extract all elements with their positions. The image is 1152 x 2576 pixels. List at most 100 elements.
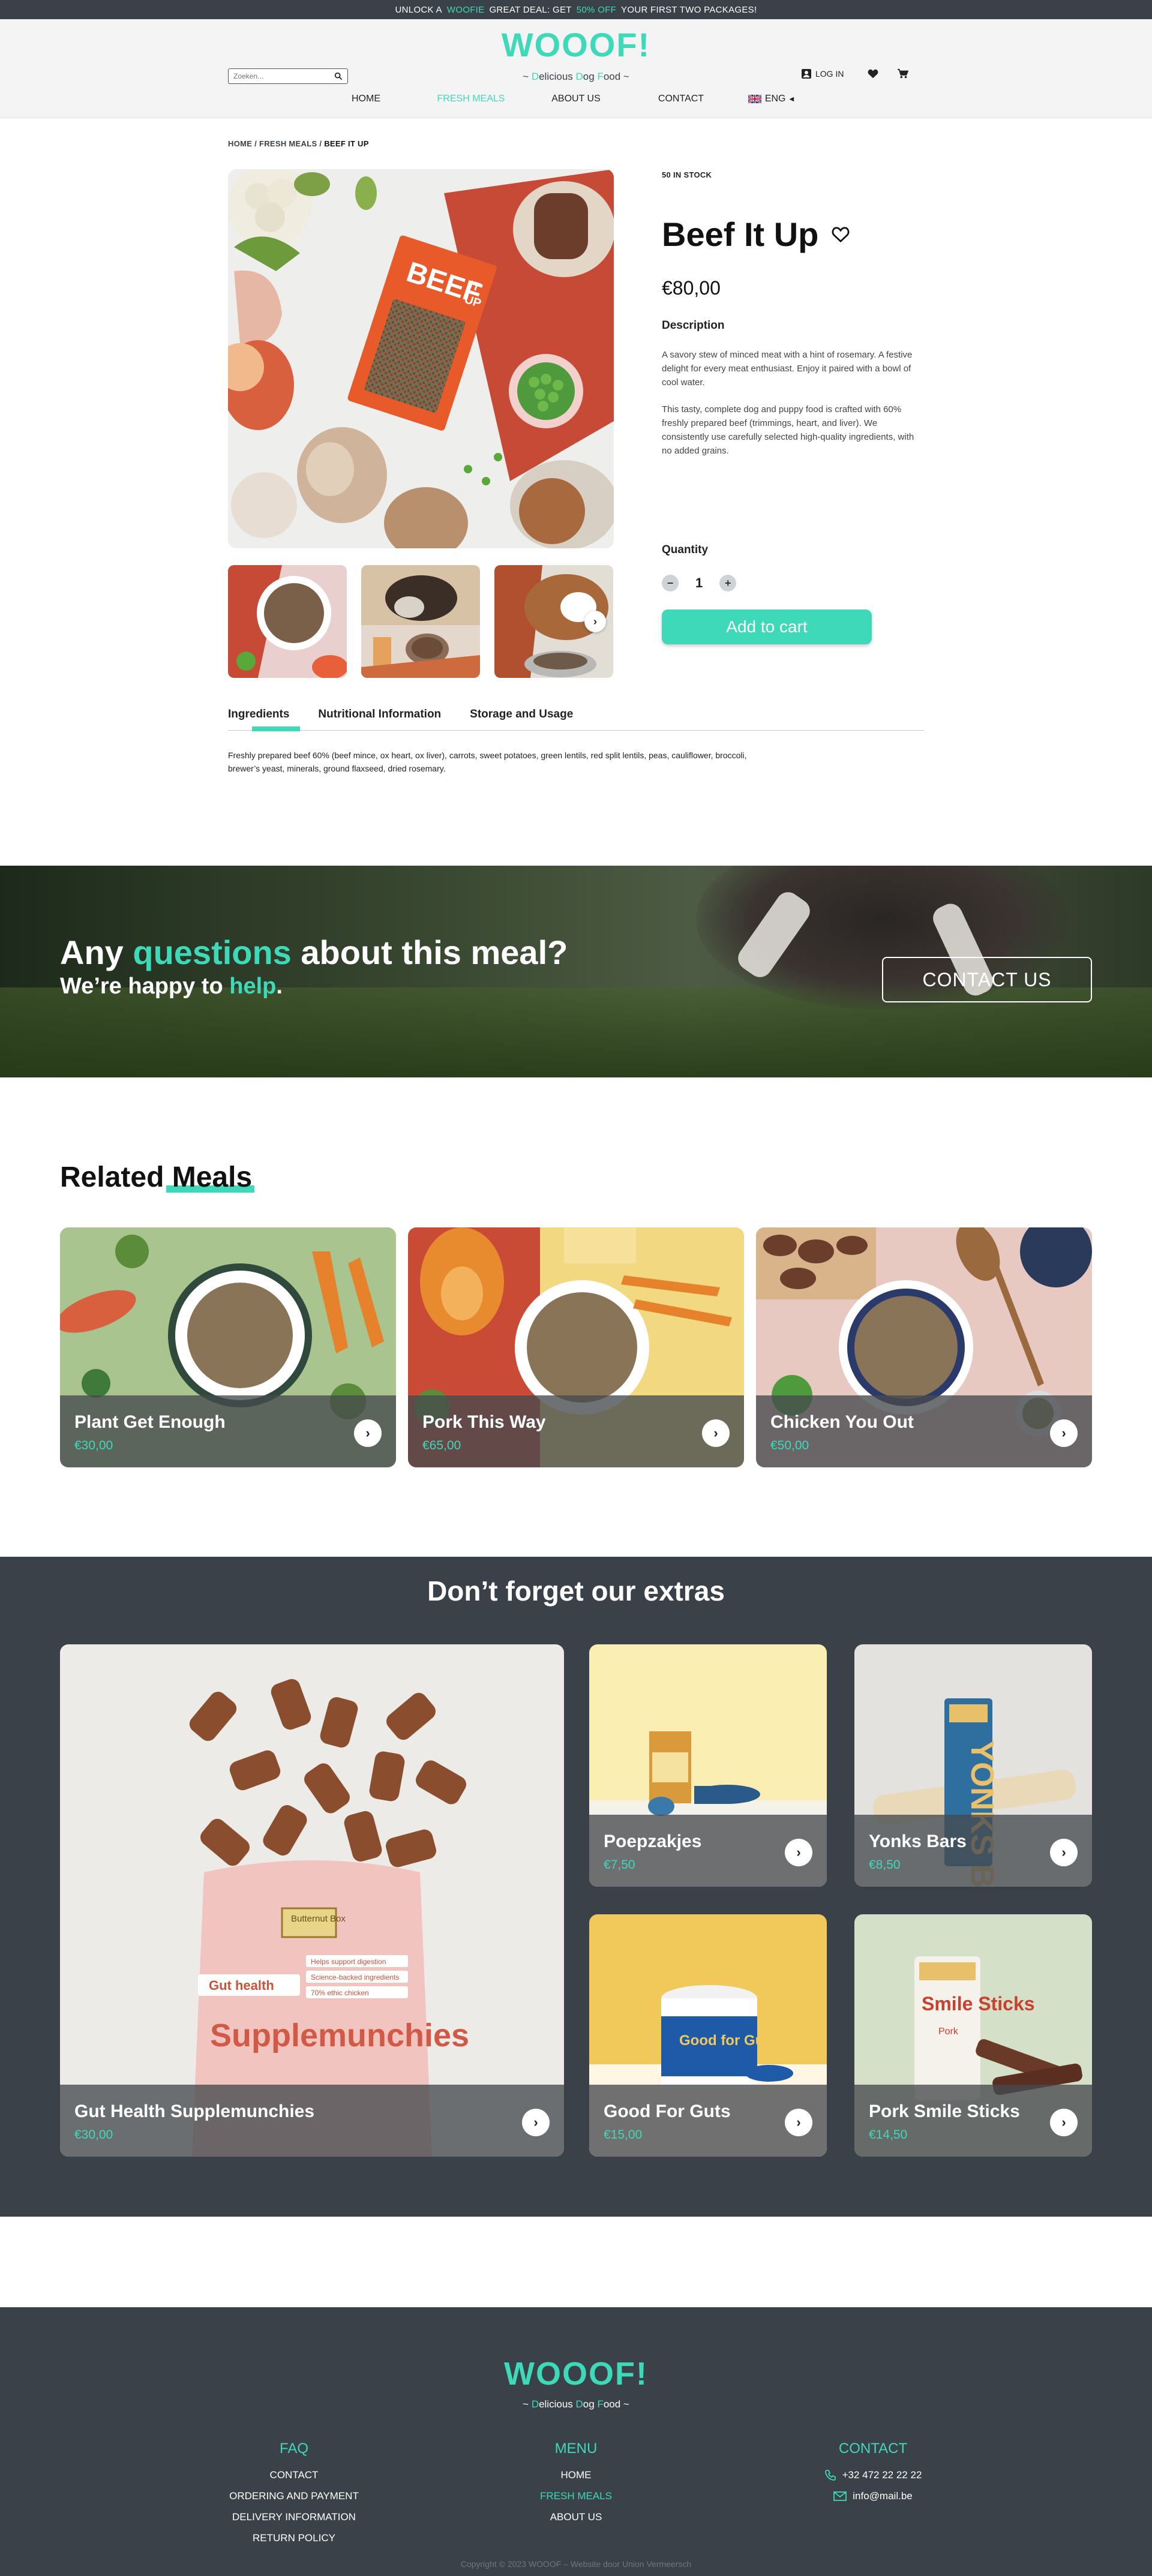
- extra-price: €30,00: [74, 2128, 113, 2142]
- tab-nutritional-information[interactable]: Nutritional Information: [318, 708, 441, 730]
- pack-title: Smile Sticks: [922, 1993, 1035, 2014]
- product-main-image[interactable]: BEEF IT UP: [228, 169, 614, 548]
- tab-content: Freshly prepared beef 60% (beef mince, o…: [228, 750, 747, 773]
- search-input[interactable]: [233, 72, 334, 80]
- breadcrumb: HOME / FRESH MEALS / BEEF IT UP: [228, 139, 369, 148]
- product-thumbnail-3[interactable]: ›: [494, 565, 613, 678]
- pack-bullet: Science-backed ingredients: [311, 1973, 399, 1981]
- related-meal-card[interactable]: Pork This Way €65,00 ›: [408, 1227, 744, 1467]
- nav-home[interactable]: HOME: [309, 94, 423, 104]
- announcement-brand: WOOFIE: [446, 4, 485, 15]
- questions-banner: Any questions about this meal? We’re hap…: [0, 866, 1152, 1077]
- contact-us-button[interactable]: CONTACT US: [882, 957, 1092, 1002]
- footer-link[interactable]: FRESH MEALS: [516, 2485, 636, 2506]
- login-label: LOG IN: [815, 69, 844, 79]
- account-icon: [802, 69, 811, 79]
- footer-menu-title: MENU: [554, 2440, 598, 2457]
- related-meal-card[interactable]: Chicken You Out €50,00 ›: [756, 1227, 1092, 1467]
- chevron-right-icon[interactable]: ›: [785, 2109, 812, 2136]
- extras-section: Don’t forget our extras Butternut Box Gu…: [0, 1557, 1152, 2217]
- announcement-pre: UNLOCK A: [395, 4, 442, 15]
- product-tabs: Ingredients Nutritional Information Stor…: [228, 708, 924, 731]
- meal-name: Pork This Way: [422, 1412, 546, 1432]
- add-to-cart-button[interactable]: Add to cart: [662, 610, 872, 644]
- pack-label: Gut health: [209, 1978, 274, 1993]
- nav-fresh-meals[interactable]: FRESH MEALS: [417, 94, 525, 104]
- chevron-right-icon[interactable]: ›: [1050, 2109, 1078, 2136]
- tab-ingredients[interactable]: Ingredients: [228, 708, 301, 731]
- uk-flag-icon: [748, 95, 761, 103]
- pack-bullet: 70% ethic chicken: [311, 1989, 369, 1997]
- chevron-right-icon[interactable]: ›: [1050, 1419, 1078, 1447]
- decrease-quantity-button[interactable]: −: [662, 575, 679, 592]
- nav-contact[interactable]: CONTACT: [627, 94, 735, 104]
- banner-heading: Any questions about this meal?: [60, 933, 568, 971]
- chevron-right-icon[interactable]: ›: [584, 611, 606, 632]
- mail-icon: [833, 2491, 847, 2501]
- footer-link[interactable]: HOME: [516, 2464, 636, 2485]
- extra-price: €8,50: [869, 1858, 901, 1872]
- extra-name: Pork Smile Sticks: [869, 2101, 1020, 2121]
- announcement-mid: GREAT DEAL: GET: [489, 4, 572, 15]
- chevron-right-icon[interactable]: ›: [354, 1419, 382, 1447]
- header-actions: LOG IN: [801, 68, 920, 79]
- phone-icon: [824, 2469, 836, 2481]
- heart-icon[interactable]: [868, 68, 878, 79]
- footer-phone[interactable]: +32 472 22 22 22: [804, 2464, 942, 2485]
- footer-logo[interactable]: WOOOF!: [0, 2355, 1152, 2392]
- search-icon[interactable]: [334, 72, 343, 80]
- banner-subheading: We’re happy to help.: [60, 974, 283, 999]
- extra-product-card[interactable]: Smile Sticks Pork Pork Smile Sticks €14,5…: [854, 1914, 1092, 2157]
- login-button[interactable]: LOG IN: [801, 68, 844, 79]
- nav-about-us[interactable]: ABOUT US: [525, 94, 627, 104]
- product-title: Beef It Up: [662, 215, 819, 253]
- footer-link[interactable]: RETURN POLICY: [228, 2527, 360, 2548]
- quantity-value[interactable]: 1: [695, 575, 703, 591]
- footer-link[interactable]: DELIVERY INFORMATION: [228, 2506, 360, 2527]
- related-meal-card[interactable]: Plant Get Enough €30,00 ›: [60, 1227, 396, 1467]
- quantity-heading: Quantity: [662, 544, 709, 556]
- cart-icon[interactable]: [898, 68, 909, 79]
- site-logo[interactable]: WOOOF!: [0, 25, 1152, 64]
- main-nav: HOME FRESH MEALS ABOUT US CONTACT ENG ◀: [0, 94, 1152, 104]
- footer-contact-column: CONTACT +32 472 22 22 22 info@mail.be: [804, 2440, 942, 2506]
- pack-bullet: Helps support digestion: [311, 1957, 386, 1966]
- extra-name: Yonks Bars: [869, 1832, 967, 1851]
- product-price: €80,00: [662, 277, 721, 299]
- extra-name: Gut Health Supplemunchies: [74, 2101, 315, 2121]
- extra-product-card[interactable]: Poepzakjes €7,50 ›: [589, 1644, 827, 1887]
- chevron-right-icon[interactable]: ›: [522, 2109, 550, 2136]
- breadcrumb-home[interactable]: HOME: [228, 139, 252, 148]
- wishlist-heart-icon[interactable]: [832, 226, 850, 244]
- extra-name: Good For Guts: [604, 2101, 731, 2121]
- chevron-right-icon[interactable]: ›: [785, 1839, 812, 1866]
- extra-price: €15,00: [604, 2128, 643, 2142]
- related-meals-title: Related Meals: [60, 1161, 255, 1193]
- footer-link[interactable]: ABOUT US: [516, 2506, 636, 2527]
- chevron-right-icon[interactable]: ›: [702, 1419, 730, 1447]
- meal-name: Chicken You Out: [770, 1412, 914, 1432]
- language-label: ENG: [764, 94, 786, 104]
- extra-product-card[interactable]: YONKS BAR Yonks Bars €8,50 ›: [854, 1644, 1092, 1887]
- stock-status: 50 IN STOCK: [662, 170, 712, 179]
- description-paragraph: This tasty, complete dog and puppy food …: [662, 404, 914, 456]
- footer-faq-column: FAQ CONTACT ORDERING AND PAYMENT DELIVER…: [228, 2440, 360, 2548]
- tab-storage-and-usage[interactable]: Storage and Usage: [470, 708, 573, 730]
- footer-link[interactable]: CONTACT: [228, 2464, 360, 2485]
- quantity-stepper: − 1 +: [662, 575, 737, 592]
- extra-product-card[interactable]: Butternut Box Gut health Helps support d…: [60, 1644, 564, 2157]
- chevron-right-icon[interactable]: ›: [1050, 1839, 1078, 1866]
- pack-title: Supplemunchies: [210, 2017, 469, 2053]
- extra-product-card[interactable]: Good for Guts Good For Guts €15,00 ›: [589, 1914, 827, 2157]
- footer-contact-title: CONTACT: [838, 2440, 908, 2457]
- footer-menu-column: MENU HOME FRESH MEALS ABOUT US: [516, 2440, 636, 2527]
- breadcrumb-category[interactable]: FRESH MEALS: [259, 139, 317, 148]
- footer-email[interactable]: info@mail.be: [804, 2485, 942, 2506]
- language-switcher[interactable]: ENG ◀: [735, 94, 807, 104]
- meal-name: Plant Get Enough: [74, 1412, 226, 1432]
- footer-link[interactable]: ORDERING AND PAYMENT: [228, 2485, 360, 2506]
- increase-quantity-button[interactable]: +: [719, 575, 737, 592]
- product-thumbnail-2[interactable]: [361, 565, 480, 678]
- announcement-post: YOUR FIRST TWO PACKAGES!: [621, 4, 757, 15]
- product-thumbnail-1[interactable]: [228, 565, 347, 678]
